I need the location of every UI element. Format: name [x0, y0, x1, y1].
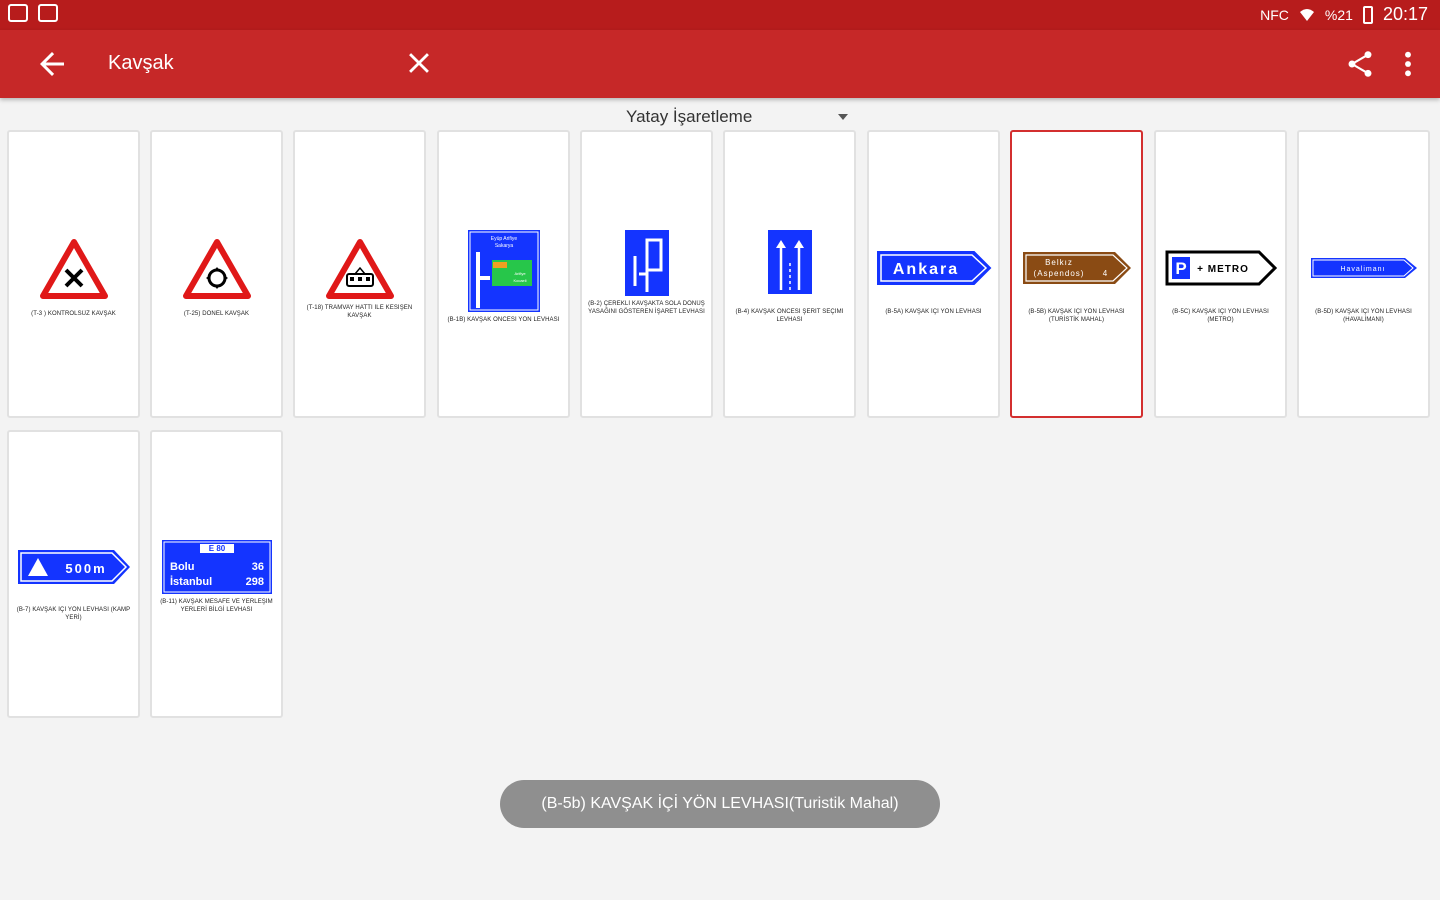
sign-card-selected[interactable]: Belkız (Aspendos) 4 (B-5b) KAVŞAK İÇİ YÖ…	[1010, 130, 1143, 418]
tourist-direction-sign-icon: Belkız (Aspendos) 4	[1022, 252, 1131, 284]
toast-message: (B-5b) KAVŞAK İÇİ YÖN LEVHASI(Turistik M…	[500, 780, 940, 828]
tram-crossing-sign-icon	[325, 239, 394, 299]
sign-card[interactable]: Havalimanı (B-5d) KAVŞAK İÇİ YÖN LEVHASI…	[1297, 130, 1430, 418]
svg-text:+ METRO: + METRO	[1197, 264, 1249, 275]
lane-selection-sign-icon	[767, 230, 812, 294]
chevron-down-icon	[838, 114, 848, 120]
svg-text:İstanbul: İstanbul	[170, 575, 212, 588]
svg-text:Arifiye: Arifiye	[514, 271, 526, 276]
nfc-icon: NFC	[1260, 6, 1289, 23]
airport-direction-sign-icon: Havalimanı	[1310, 258, 1417, 278]
svg-text:Bolu: Bolu	[170, 561, 194, 573]
battery-icon	[1362, 5, 1373, 24]
sign-caption: (B-2) ÇEREKLİ KAVŞAKTA SOLA DÖNÜŞ YASAĞI…	[588, 301, 705, 315]
status-bar: NFC %21 20:17	[0, 0, 1440, 30]
parking-metro-sign-icon: P + METRO	[1165, 250, 1277, 286]
svg-text:4: 4	[1102, 269, 1107, 278]
sign-card[interactable]: Ankara (B-5a) KAVŞAK İÇİ YÖN LEVHASI	[867, 130, 1000, 418]
clock: 20:17	[1382, 4, 1428, 24]
app-bar: Kavşak	[0, 30, 1440, 98]
sign-card[interactable]: (T-18) TRAMVAY HATTI İLE KESİŞEN KAVŞAK	[293, 130, 426, 418]
uncontrolled-junction-sign-icon	[39, 239, 108, 299]
more-vert-icon[interactable]	[1396, 48, 1420, 80]
svg-text:36: 36	[251, 561, 263, 573]
app-notification-icon	[8, 4, 28, 22]
search-query-title[interactable]: Kavşak	[108, 52, 174, 75]
svg-text:Havalimanı: Havalimanı	[1340, 266, 1385, 273]
sign-card[interactable]: E 80 Bolu 36 İstanbul 298 (B-11) KAVŞAK …	[150, 430, 283, 718]
svg-text:E 80: E 80	[208, 544, 225, 553]
share-icon[interactable]	[1344, 48, 1376, 80]
camp-site-direction-sign-icon: 500m	[17, 550, 130, 584]
sign-caption: (B-5c) KAVŞAK İÇİ YÖN LEVHASI (METRO)	[1172, 309, 1269, 323]
gallery-notification-icon	[38, 4, 58, 22]
distance-information-sign-icon: E 80 Bolu 36 İstanbul 298	[161, 540, 272, 594]
sign-caption: (B-5d) KAVŞAK İÇİ YÖN LEVHASI (HAVALİMAN…	[1315, 309, 1412, 323]
svg-text:Belkız: Belkız	[1045, 258, 1073, 267]
sign-caption: (T-3 ) KONTROLSÜZ KAVŞAK	[31, 311, 116, 317]
sign-card[interactable]: (T-25) DÖNEL KAVŞAK	[150, 130, 283, 418]
category-dropdown-value: Yatay İşaretleme	[626, 107, 753, 126]
category-dropdown[interactable]: Yatay İşaretleme	[616, 104, 856, 130]
sign-card[interactable]: 500m (B-7) KAVŞAK İÇİ YÖN LEVHASI (KAMP …	[7, 430, 140, 718]
back-arrow-icon[interactable]	[34, 46, 70, 82]
pre-junction-direction-sign-icon: Eyüp Arifiye Sakarya Arifiye Kocaeli	[467, 230, 540, 312]
battery-percent: %21	[1324, 6, 1353, 23]
svg-text:Kocaeli: Kocaeli	[513, 278, 526, 283]
left-turn-prohibition-sign-icon	[624, 230, 669, 296]
sign-card[interactable]: (B-4) KAVŞAK ÖNCESİ ŞERİT SEÇİMİ LEVHASI	[723, 130, 856, 418]
sign-caption: (B-5b) KAVŞAK İÇİ YÖN LEVHASI (TURİSTİK …	[1028, 309, 1125, 323]
svg-text:(Aspendos): (Aspendos)	[1033, 269, 1084, 278]
sign-card[interactable]: (T-3 ) KONTROLSÜZ KAVŞAK	[7, 130, 140, 418]
svg-text:500m: 500m	[65, 561, 106, 576]
svg-text:298: 298	[245, 576, 263, 588]
svg-text:Ankara: Ankara	[892, 261, 958, 278]
close-icon[interactable]	[402, 46, 436, 80]
sign-caption: (B-11) KAVŞAK MESAFE VE YERLEŞİM YERLERİ…	[160, 599, 273, 613]
sign-card[interactable]: Eyüp Arifiye Sakarya Arifiye Kocaeli (B-…	[437, 130, 570, 418]
roundabout-sign-icon	[182, 239, 251, 299]
sign-caption: (B-7) KAVŞAK İÇİ YÖN LEVHASI (KAMP YERİ)	[16, 607, 131, 621]
svg-text:Sakarya: Sakarya	[494, 243, 513, 249]
sign-caption: (B-1b) KAVŞAK ÖNCESİ YÖN LEVHASI	[447, 317, 560, 323]
sign-caption: (T-18) TRAMVAY HATTI İLE KESİŞEN KAVŞAK	[306, 305, 413, 319]
wifi-icon	[1299, 8, 1314, 21]
svg-text:P: P	[1175, 259, 1186, 278]
svg-text:Eyüp Arifiye: Eyüp Arifiye	[490, 236, 517, 242]
sign-card[interactable]: (B-2) ÇEREKLİ KAVŞAKTA SOLA DÖNÜŞ YASAĞI…	[580, 130, 713, 418]
sign-caption: (T-25) DÖNEL KAVŞAK	[183, 311, 250, 317]
sign-caption: (B-5a) KAVŞAK İÇİ YÖN LEVHASI	[885, 309, 982, 315]
direction-arrow-sign-icon: Ankara	[876, 251, 991, 285]
sign-caption: (B-4) KAVŞAK ÖNCESİ ŞERİT SEÇİMİ LEVHASI	[735, 309, 844, 323]
sign-card[interactable]: P + METRO (B-5c) KAVŞAK İÇİ YÖN LEVHASI …	[1154, 130, 1287, 418]
